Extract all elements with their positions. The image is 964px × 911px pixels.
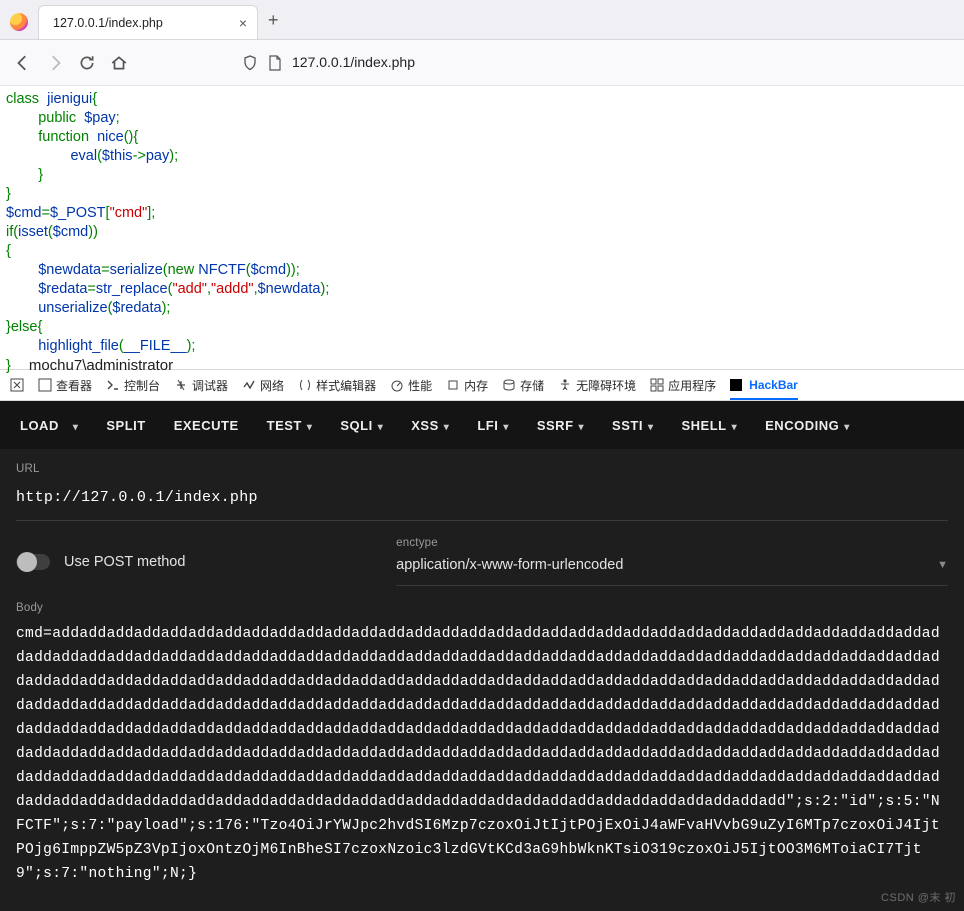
address-bar: 127.0.0.1/index.php	[0, 40, 964, 86]
shield-icon	[242, 54, 258, 71]
tab-performance[interactable]: 性能	[390, 377, 432, 394]
page-content: class jienigui{ public $pay; function ni…	[0, 86, 964, 369]
page-icon	[268, 54, 282, 71]
url-text: 127.0.0.1/index.php	[292, 54, 415, 70]
new-tab-button[interactable]: +	[268, 10, 279, 31]
tab-network[interactable]: 网络	[242, 377, 284, 394]
reload-icon[interactable]	[78, 54, 96, 72]
body-label: Body	[16, 602, 948, 614]
devtools-close-icon[interactable]	[10, 378, 24, 392]
post-toggle[interactable]	[16, 554, 50, 570]
close-icon[interactable]: ×	[239, 15, 247, 31]
enctype-label: enctype	[396, 537, 948, 549]
tab-hackbar[interactable]: HackBar	[730, 378, 798, 400]
hb-encoding[interactable]: ENCODING	[751, 401, 864, 449]
enctype-select[interactable]: application/x-www-form-urlencoded ▼	[396, 557, 948, 586]
browser-tabbar: 127.0.0.1/index.php × +	[0, 0, 964, 40]
tab-inspector[interactable]: 查看器	[38, 377, 92, 394]
hb-ssti[interactable]: SSTI	[598, 401, 667, 449]
tab-storage[interactable]: 存储	[502, 377, 544, 394]
tab-accessibility[interactable]: 无障碍环境	[558, 377, 636, 394]
hb-shell[interactable]: SHELL	[667, 401, 751, 449]
output-text: mochu7\administrator	[11, 355, 173, 374]
hb-load[interactable]: LOAD	[6, 401, 73, 449]
chevron-down-icon: ▼	[937, 559, 948, 571]
tab-title: 127.0.0.1/index.php	[53, 16, 163, 30]
hackbar-menu: LOAD SPLIT EXECUTE TEST SQLI XSS LFI SSR…	[0, 401, 964, 449]
hb-lfi[interactable]: LFI	[463, 401, 523, 449]
firefox-icon	[10, 13, 28, 31]
tab-debugger[interactable]: 调试器	[174, 377, 228, 394]
hb-load-dropdown[interactable]	[73, 401, 93, 449]
enctype-value: application/x-www-form-urlencoded	[396, 557, 623, 573]
hackbar-panel: URL http://127.0.0.1/index.php Use POST …	[0, 449, 964, 911]
hb-execute[interactable]: EXECUTE	[160, 401, 253, 449]
browser-tab[interactable]: 127.0.0.1/index.php ×	[38, 5, 258, 39]
tab-memory[interactable]: 内存	[446, 377, 488, 394]
body-input[interactable]: cmd=addaddaddaddaddaddaddaddaddaddaddadd…	[16, 622, 948, 886]
home-icon[interactable]	[110, 54, 128, 72]
tab-styleeditor[interactable]: 样式编辑器	[298, 377, 376, 394]
url-input[interactable]: http://127.0.0.1/index.php	[16, 483, 948, 521]
hb-split[interactable]: SPLIT	[92, 401, 159, 449]
hb-xss[interactable]: XSS	[397, 401, 463, 449]
hb-test[interactable]: TEST	[253, 401, 327, 449]
post-label: Use POST method	[64, 554, 185, 570]
forward-icon[interactable]	[46, 54, 64, 72]
hackbar-icon	[730, 379, 742, 391]
hb-ssrf[interactable]: SSRF	[523, 401, 598, 449]
back-icon[interactable]	[14, 54, 32, 72]
tab-console[interactable]: 控制台	[106, 377, 160, 394]
url-box[interactable]: 127.0.0.1/index.php	[242, 54, 415, 71]
url-label: URL	[16, 463, 948, 475]
tab-application[interactable]: 应用程序	[650, 377, 716, 394]
hb-sqli[interactable]: SQLI	[326, 401, 397, 449]
